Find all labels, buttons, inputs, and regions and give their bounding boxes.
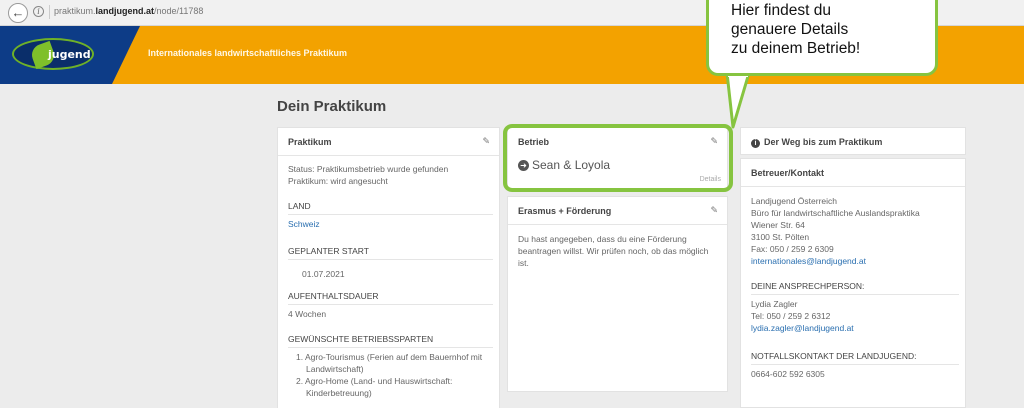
person-email-link[interactable]: lydia.zagler@landjugend.at: [751, 322, 959, 334]
back-arrow-icon[interactable]: ←: [8, 3, 28, 23]
person-tel: Tel: 050 / 259 2 6312: [751, 311, 831, 321]
edit-pencil-icon[interactable]: ✎: [710, 205, 718, 216]
erasmus-card: Erasmus + Förderung ✎ Du hast angegeben,…: [507, 196, 728, 392]
callout-line: genauere Details: [731, 21, 849, 38]
info-icon: i: [751, 139, 760, 148]
landjugend-logo[interactable]: jugend: [12, 38, 94, 70]
callout-tail: [725, 73, 751, 129]
person-label: DEINE ANSPRECHPERSON:: [751, 281, 959, 295]
erasmus-card-header: Erasmus + Förderung ✎: [508, 197, 727, 225]
site-info-icon[interactable]: i: [33, 6, 44, 17]
notfall-label: NOTFALLSKONTAKT DER LANDJUGEND:: [751, 351, 959, 365]
org-email-link[interactable]: internationales@landjugend.at: [751, 255, 959, 267]
org-address: Landjugend Österreich Büro für landwirts…: [751, 195, 959, 267]
address-line: Fax: 050 / 259 2 6309: [751, 244, 834, 254]
address-line: Landjugend Österreich: [751, 196, 838, 206]
praktikum-card-title: Praktikum: [288, 137, 332, 147]
list-item: 1. Agro-Tourismus (Ferien auf dem Bauern…: [296, 352, 483, 374]
url-domain: landjugend.at: [95, 6, 155, 16]
notfall-value: 0664-602 592 6305: [751, 369, 825, 379]
header-title: Internationales landwirtschaftliches Pra…: [148, 48, 348, 58]
url-field[interactable]: praktikum.landjugend.at/node/11788: [54, 6, 203, 16]
land-section: LAND Schweiz: [288, 201, 493, 230]
praktikum-card-header: Praktikum ✎: [278, 128, 499, 156]
sparten-list: 1. Agro-Tourismus (Ferien auf dem Bauern…: [288, 351, 493, 399]
callout-bubble: Hier findest du genauere Details zu dein…: [706, 0, 938, 76]
url-path: /node/11788: [154, 6, 204, 16]
edit-pencil-icon[interactable]: ✎: [482, 136, 490, 147]
weg-card-title: Der Weg bis zum Praktikum: [764, 137, 883, 147]
kontakt-card-title: Betreuer/Kontakt: [751, 168, 825, 178]
praktikum-status: Status: Praktikumsbetrieb wurde gefunden…: [288, 163, 493, 187]
weg-card[interactable]: i Der Weg bis zum Praktikum: [740, 127, 966, 155]
kontakt-card: Betreuer/Kontakt Landjugend Österreich B…: [740, 158, 966, 408]
start-section: GEPLANTER START 01.07.2021: [288, 246, 493, 279]
dauer-label: AUFENTHALTSDAUER: [288, 291, 493, 305]
url-prefix: praktikum.: [54, 6, 96, 16]
logo-text: jugend: [48, 48, 91, 61]
address-line: Büro für landwirtschaftliche Auslandspra…: [751, 208, 920, 218]
land-label: LAND: [288, 201, 493, 215]
callout-text: Hier findest du genauere Details zu dein…: [709, 1, 935, 58]
start-label: GEPLANTER START: [288, 246, 493, 260]
status-line: Praktikum: wird angesucht: [288, 176, 388, 186]
sparten-section: GEWÜNSCHTE BETRIEBSSPARTEN 1. Agro-Touri…: [288, 334, 493, 399]
praktikum-card: Praktikum ✎ Status: Praktikumsbetrieb wu…: [277, 127, 500, 408]
dauer-section: AUFENTHALTSDAUER 4 Wochen: [288, 291, 493, 320]
erasmus-text: Du hast angegeben, dass du eine Förderun…: [518, 234, 709, 268]
land-value[interactable]: Schweiz: [288, 218, 493, 230]
betrieb-highlight-frame: [503, 124, 733, 192]
kontakt-card-header: Betreuer/Kontakt: [741, 159, 965, 187]
start-value: 01.07.2021: [302, 269, 345, 279]
list-item: 2. Agro-Home (Land- und Hauswirtschaft: …: [296, 376, 453, 398]
status-line: Status: Praktikumsbetrieb wurde gefunden: [288, 164, 449, 174]
url-separator: [49, 5, 50, 19]
dauer-value: 4 Wochen: [288, 309, 327, 319]
notfall-section: NOTFALLSKONTAKT DER LANDJUGEND: 0664-602…: [751, 351, 959, 380]
erasmus-card-title: Erasmus + Förderung: [518, 206, 612, 216]
sparten-label: GEWÜNSCHTE BETRIEBSSPARTEN: [288, 334, 493, 348]
person-name: Lydia Zagler: [751, 299, 798, 309]
callout-line: zu deinem Betrieb!: [731, 40, 861, 57]
page-title: Dein Praktikum: [277, 98, 387, 115]
weg-card-header: i Der Weg bis zum Praktikum: [741, 128, 965, 156]
person-section: DEINE ANSPRECHPERSON: Lydia Zagler Tel: …: [751, 281, 959, 334]
address-line: Wiener Str. 64: [751, 220, 805, 230]
address-line: 3100 St. Pölten: [751, 232, 810, 242]
callout-line: Hier findest du: [731, 2, 831, 19]
